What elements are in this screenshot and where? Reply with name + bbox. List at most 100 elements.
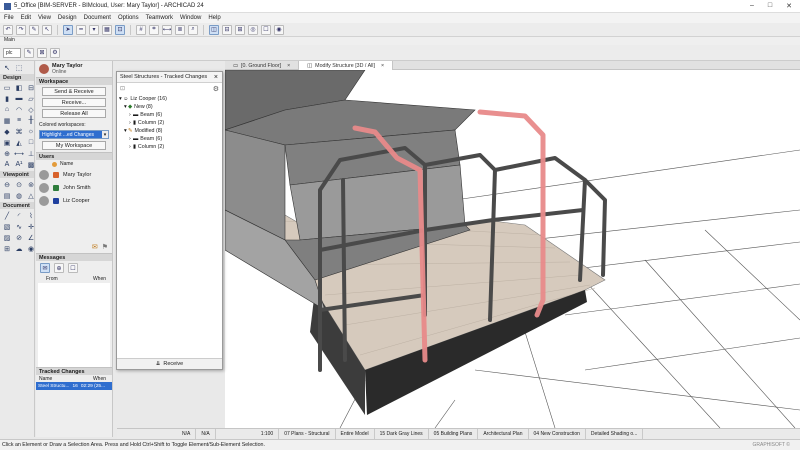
pointer-icon[interactable]: ↖: [42, 24, 52, 35]
dialog-header[interactable]: Steel Structures - Tracked Changes ×: [117, 72, 222, 83]
menu-view[interactable]: View: [38, 15, 51, 21]
pencil-icon[interactable]: ✎: [24, 47, 34, 58]
spline-icon[interactable]: ∿: [14, 222, 24, 231]
3d-style-field[interactable]: Detailed Shading o...: [586, 428, 644, 440]
menu-file[interactable]: File: [4, 15, 14, 21]
line-icon[interactable]: ╱: [2, 211, 12, 220]
cloud-icon[interactable]: ☁: [14, 244, 24, 253]
chat-icon[interactable]: ☐: [68, 263, 78, 273]
messages-when-column[interactable]: When: [93, 276, 106, 282]
hotspot-icon[interactable]: ✛: [26, 222, 36, 231]
receive-footer-button[interactable]: ⇊ Receive: [117, 358, 222, 369]
tree-item[interactable]: ▾ ◆ New (8): [119, 103, 220, 111]
section-tool-icon[interactable]: ⊖: [2, 180, 12, 189]
filter-icon[interactable]: ⊡: [120, 85, 125, 92]
marker-icon[interactable]: ◉: [26, 244, 36, 253]
menu-options[interactable]: Options: [118, 15, 139, 21]
elevation-icon[interactable]: ⊞: [235, 24, 245, 35]
tracked-name-column[interactable]: Name: [39, 376, 52, 382]
dimension-field[interactable]: Architectural Plan: [478, 428, 529, 440]
users-name-column[interactable]: Name: [60, 161, 73, 167]
tab-modify-structure[interactable]: ◫ Modify Structure [3D / All] ×: [299, 61, 394, 70]
change-icon[interactable]: △: [26, 191, 36, 200]
arrow-tool-icon[interactable]: ➤: [63, 24, 73, 35]
line-type-icon[interactable]: ━: [76, 24, 86, 35]
menu-teamwork[interactable]: Teamwork: [146, 15, 173, 21]
tree-item[interactable]: ▾ ☺ Liz Cooper (16): [119, 95, 220, 103]
messages-list[interactable]: [38, 283, 110, 367]
detail-icon[interactable]: ◎: [248, 24, 258, 35]
release-all-button[interactable]: Release All: [42, 109, 106, 118]
tab-ground-floor[interactable]: ▭ [0. Ground Floor] ×: [225, 61, 300, 70]
interior-elevation-icon[interactable]: ⊚: [26, 180, 36, 189]
morph-icon[interactable]: ◆: [2, 127, 12, 136]
tree-item[interactable]: › ▮ Column (2): [119, 143, 220, 151]
skylight-icon[interactable]: ◇: [26, 105, 36, 114]
worksheet-icon[interactable]: ▤: [2, 191, 12, 200]
drawing-icon[interactable]: ▧: [2, 222, 12, 231]
opening-icon[interactable]: □: [26, 138, 36, 147]
lamp-icon[interactable]: ☼: [26, 127, 36, 136]
add-user-icon[interactable]: ✉: [92, 243, 98, 251]
messages-header[interactable]: Messages: [36, 253, 112, 261]
grid-icon[interactable]: #: [136, 24, 146, 35]
guide-icon[interactable]: ⌗: [149, 24, 159, 35]
menu-help[interactable]: Help: [208, 15, 220, 21]
render-icon[interactable]: ☐: [261, 24, 271, 35]
close-icon[interactable]: ×: [381, 63, 384, 69]
redo-icon[interactable]: ↷: [16, 24, 26, 35]
renovation-field[interactable]: 04 New Construction: [529, 428, 586, 440]
status-field[interactable]: N/A: [177, 428, 197, 440]
fill-icon[interactable]: ▦: [102, 24, 112, 35]
status-field[interactable]: N/A: [196, 428, 216, 440]
camera-icon[interactable]: ◉: [274, 24, 284, 35]
railing-icon[interactable]: ╫: [26, 116, 36, 125]
tracked-changes-dialog[interactable]: Steel Structures - Tracked Changes × ⊡ ⚙…: [116, 71, 223, 370]
send-receive-button[interactable]: Send & Receive: [42, 87, 106, 96]
toolbox-section-design[interactable]: Design: [0, 74, 34, 81]
close-icon[interactable]: ×: [214, 74, 218, 81]
marquee-icon[interactable]: ⬚: [14, 63, 24, 72]
tracked-row[interactable]: Steel Structu... 16 02:29 (25...: [36, 382, 112, 390]
zone-icon[interactable]: ▣: [2, 138, 12, 147]
mesh-icon[interactable]: ◭: [14, 138, 24, 147]
user-row[interactable]: Liz Cooper: [36, 194, 112, 207]
users-header[interactable]: Users: [36, 152, 112, 160]
messages-from-column[interactable]: From: [46, 276, 58, 282]
request-icon[interactable]: ⊕: [54, 263, 64, 273]
radial-dim-icon[interactable]: ⊘: [14, 233, 24, 242]
window-icon[interactable]: ⊟: [26, 83, 36, 92]
minimize-button[interactable]: –: [750, 2, 754, 10]
menu-design[interactable]: Design: [58, 15, 77, 21]
shell-icon[interactable]: ◠: [14, 105, 24, 114]
user-row[interactable]: Mary Taylor: [36, 168, 112, 181]
object-icon[interactable]: ⌘: [14, 127, 24, 136]
pencil-icon[interactable]: ✎: [29, 24, 39, 35]
text-icon[interactable]: A: [2, 160, 12, 169]
roof-icon[interactable]: ⌂: [2, 105, 12, 114]
slab-icon[interactable]: ▱: [26, 94, 36, 103]
detail-tool-icon[interactable]: ◍: [14, 191, 24, 200]
fill-icon[interactable]: ▩: [26, 160, 36, 169]
zoom-icon[interactable]: ⌕: [188, 24, 198, 35]
tracked-when-column[interactable]: When: [93, 376, 106, 382]
view-3d-icon[interactable]: ◫: [209, 24, 219, 35]
stair-icon[interactable]: ≡: [14, 116, 24, 125]
mep-icon[interactable]: ⊕: [2, 149, 12, 158]
figure-icon[interactable]: ▨: [2, 233, 12, 242]
colored-workspaces-dropdown[interactable]: Highlight ...ed Changes ▾: [39, 130, 109, 139]
beam-icon[interactable]: ▬: [14, 94, 24, 103]
message-icon[interactable]: ✉: [40, 263, 50, 273]
pen-icon[interactable]: ▾: [89, 24, 99, 35]
menu-document[interactable]: Document: [84, 15, 111, 21]
label-icon[interactable]: A¹: [14, 160, 24, 169]
dimension-icon[interactable]: ⟷: [14, 149, 24, 158]
settings-icon[interactable]: ⚙: [50, 47, 60, 58]
gear-icon[interactable]: ⚙: [213, 85, 219, 93]
reserve-icon[interactable]: ⚑: [102, 243, 108, 251]
model-view-field[interactable]: Entire Model: [336, 428, 375, 440]
level-icon[interactable]: ⊥: [26, 149, 36, 158]
measure-icon[interactable]: ⟷: [162, 24, 172, 35]
menu-window[interactable]: Window: [180, 15, 201, 21]
layer-dropdown[interactable]: plc: [3, 47, 21, 58]
